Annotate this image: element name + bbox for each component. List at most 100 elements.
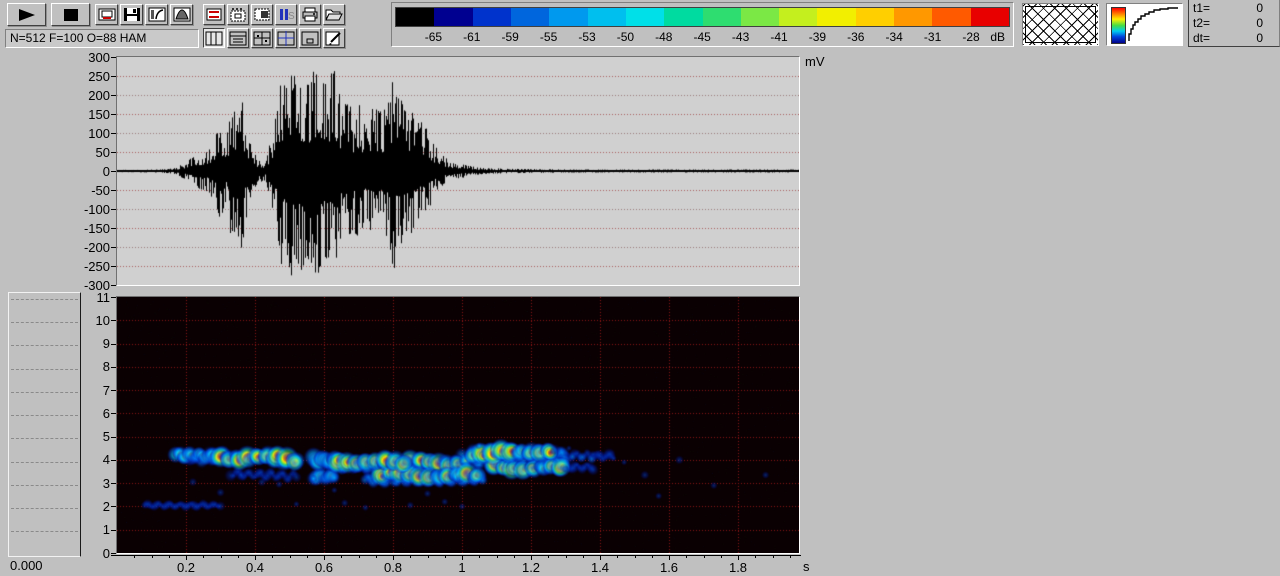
save-button[interactable] bbox=[120, 4, 143, 25]
layout-cross-button[interactable] bbox=[275, 28, 297, 48]
x-axis-tick-label: 1.8 bbox=[729, 560, 747, 575]
waveform-ytick-label: -150 bbox=[64, 221, 110, 236]
time-panel-label: t2= bbox=[1193, 16, 1210, 30]
waveform-ytick bbox=[111, 133, 116, 134]
time-cursor-panel: t1=0t2=0dt=0 bbox=[1188, 0, 1280, 47]
layout-columns-button[interactable] bbox=[203, 28, 225, 48]
time-panel-value: 0 bbox=[1256, 16, 1263, 30]
screenshot-icon bbox=[98, 7, 116, 22]
x-axis-tick bbox=[290, 556, 291, 558]
edit-button[interactable] bbox=[323, 28, 345, 48]
overview-minimap[interactable] bbox=[8, 292, 81, 557]
color-scale-panel: -65-61-59-55-53-50-48-45-43-41-39-36-34-… bbox=[391, 2, 1014, 47]
color-scale-cell bbox=[817, 8, 855, 26]
waveform-ytick-label: -100 bbox=[64, 202, 110, 217]
x-axis-tick bbox=[566, 556, 567, 558]
color-scale-cell bbox=[626, 8, 664, 26]
waveform-plot[interactable] bbox=[116, 56, 800, 286]
capture-region-button[interactable] bbox=[251, 4, 273, 25]
open-file-button[interactable] bbox=[323, 4, 345, 25]
color-scale-tick-label: -41 bbox=[770, 30, 787, 44]
play-button[interactable] bbox=[7, 3, 46, 26]
waveform-ytick-label: -250 bbox=[64, 259, 110, 274]
color-scale-tick-label: -59 bbox=[502, 30, 519, 44]
color-scale-cell bbox=[588, 8, 626, 26]
color-scale-cell bbox=[856, 8, 894, 26]
waveform-ytick bbox=[111, 152, 116, 153]
waveform-ytick-label: 150 bbox=[64, 107, 110, 122]
minimap-gridline bbox=[11, 508, 78, 509]
x-axis-tick bbox=[169, 556, 170, 558]
color-scale-tick-label: -65 bbox=[425, 30, 442, 44]
layout-rows-icon bbox=[229, 31, 247, 46]
minimap-gridline bbox=[11, 531, 78, 532]
x-axis-tick bbox=[479, 556, 480, 558]
analysis-settings-field[interactable]: N=512 F=100 O=88 HAM bbox=[5, 29, 199, 48]
screenshot-button[interactable] bbox=[95, 4, 118, 25]
capture-region-icon bbox=[253, 7, 271, 22]
print-icon bbox=[301, 7, 319, 22]
x-axis-tick bbox=[428, 556, 429, 558]
minimap-gridline bbox=[11, 462, 78, 463]
color-scale-cell bbox=[549, 8, 587, 26]
waveform-ytick-label: 300 bbox=[64, 50, 110, 65]
waveform-ytick-label: 0 bbox=[64, 164, 110, 179]
x-axis-tick-label: 1.6 bbox=[660, 560, 678, 575]
x-axis-tick bbox=[152, 556, 153, 558]
color-scale-tick-label: -48 bbox=[655, 30, 672, 44]
transfer-curve-box[interactable] bbox=[1106, 3, 1183, 46]
time-panel-row: t2= 0 bbox=[1189, 16, 1279, 30]
color-scale-tick-label: -39 bbox=[809, 30, 826, 44]
svg-text:S: S bbox=[288, 11, 295, 22]
waveform-ytick bbox=[111, 95, 116, 96]
window-function-button[interactable] bbox=[170, 4, 193, 25]
gamma-curve-button[interactable] bbox=[145, 4, 168, 25]
minimap-gridline bbox=[11, 415, 78, 416]
x-axis-tick bbox=[497, 556, 498, 558]
waveform-ytick-label: -50 bbox=[64, 183, 110, 198]
x-axis-tick bbox=[307, 556, 308, 558]
spectrogram-ytick bbox=[111, 437, 116, 438]
x-axis-tick bbox=[445, 556, 446, 558]
layout-rows-button[interactable] bbox=[227, 28, 249, 48]
spectrogram-ytick bbox=[111, 413, 116, 414]
spectrogram-ytick bbox=[111, 483, 116, 484]
signal-settings-button[interactable]: S bbox=[275, 4, 297, 25]
color-scale-cell bbox=[932, 8, 970, 26]
layout-grid-icon bbox=[253, 31, 271, 46]
x-axis-tick bbox=[790, 556, 791, 558]
waveform-ytick bbox=[111, 247, 116, 248]
color-scale-cell bbox=[971, 8, 1009, 26]
spectrogram-ytick bbox=[111, 460, 116, 461]
color-scale-cell bbox=[434, 8, 472, 26]
waveform-ytick-label: 200 bbox=[64, 88, 110, 103]
x-axis-tick bbox=[410, 556, 411, 558]
waveform-ytick bbox=[111, 76, 116, 77]
hatch-pattern-box[interactable] bbox=[1022, 3, 1099, 46]
x-axis-tick-label: 1.2 bbox=[522, 560, 540, 575]
color-scale-cell bbox=[396, 8, 434, 26]
capture-marks-button[interactable] bbox=[227, 4, 249, 25]
time-panel-value: 0 bbox=[1256, 31, 1263, 45]
x-axis-unit-label: s bbox=[803, 559, 810, 574]
color-scale-tick-label: -36 bbox=[847, 30, 864, 44]
time-panel-label: t1= bbox=[1193, 1, 1210, 15]
x-axis-tick bbox=[652, 556, 653, 558]
color-scale-cell bbox=[473, 8, 511, 26]
time-panel-row: t1=0 bbox=[1189, 1, 1279, 15]
print-button[interactable] bbox=[299, 4, 321, 25]
x-axis-tick bbox=[548, 556, 549, 558]
color-scale[interactable] bbox=[395, 7, 1010, 27]
waveform-ytick bbox=[111, 114, 116, 115]
time-panel-row: dt=0 bbox=[1189, 31, 1279, 45]
layout-region-button[interactable] bbox=[299, 28, 321, 48]
waveform-ytick bbox=[111, 285, 116, 286]
x-axis-tick bbox=[755, 556, 756, 558]
display-frame-button[interactable] bbox=[203, 4, 225, 25]
x-axis-tick bbox=[583, 556, 584, 558]
spectrogram-plot[interactable] bbox=[116, 296, 800, 554]
layout-grid-button[interactable] bbox=[251, 28, 273, 48]
open-file-icon bbox=[325, 7, 343, 22]
stop-button[interactable] bbox=[51, 3, 90, 26]
waveform-ytick-label: 50 bbox=[64, 145, 110, 160]
